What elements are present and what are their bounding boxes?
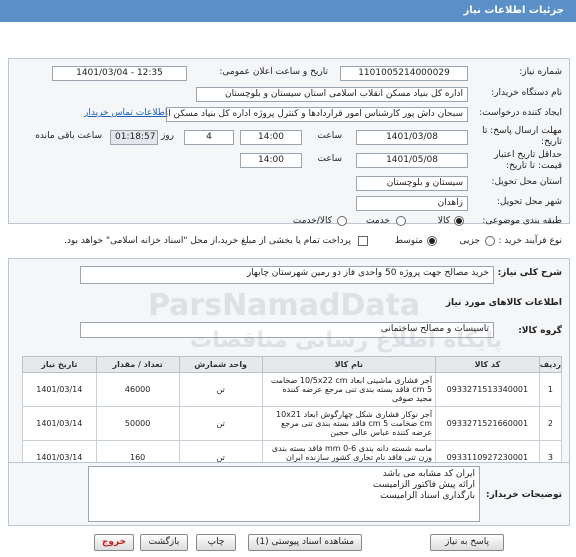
items-table: ردیف کد کالا نام کالا واحد شمارش تعداد /…: [22, 356, 563, 475]
print-button[interactable]: چاپ: [196, 534, 236, 551]
category-radio-service[interactable]: [396, 216, 406, 226]
cell-quantity: 50000: [95, 406, 180, 441]
notes-box: ایران کد مشابه می باشد ارائه پیش فاکتور …: [88, 466, 480, 522]
cell-item-name: آجر نوکار فشاری شکل چهارگوش ابعاد 10x21 …: [261, 406, 437, 441]
category-radio-goods[interactable]: [454, 216, 464, 226]
category-label: طبقه بندی موضوعی:: [482, 216, 562, 226]
reply-button[interactable]: پاسخ به نیاز: [430, 534, 504, 551]
deadline-label-2: تاریخ:: [541, 137, 562, 147]
back-button[interactable]: بازگشت: [140, 534, 188, 551]
cell-need-date: 1401/03/14: [22, 372, 97, 407]
notes-line: ایران کد مشابه می باشد: [382, 469, 475, 479]
validity-label-1: حداقل تاریخ اعتبار: [494, 150, 562, 160]
cell-item-name: آجر فشاری ماشینی ابعاد 10/5x22 cm ضخامت …: [261, 372, 437, 407]
validity-time-field: 14:00: [240, 153, 302, 168]
goods-info-heading: اطلاعات کالاهای مورد نیاز: [445, 298, 562, 308]
exit-button[interactable]: خروج: [94, 534, 134, 551]
title-bar: جزئیات اطلاعات نیاز: [0, 0, 576, 22]
notes-label: توضیحات خریدار:: [486, 490, 562, 500]
cell-unit: تن: [178, 406, 263, 441]
creator-label: ایجاد کننده درخواست:: [479, 108, 562, 118]
process-label: نوع فرآیند خرید :: [498, 236, 562, 246]
cell-unit: تن: [178, 372, 263, 407]
table-row[interactable]: 1 0933271513340001 آجر فشاری ماشینی ابعا…: [22, 372, 563, 407]
process-radio-minor[interactable]: [485, 236, 495, 246]
payment-note: پرداخت تمام یا بخشی از مبلغ خرید،از محل …: [63, 236, 351, 246]
treasury-checkbox[interactable]: [358, 236, 368, 246]
description-field: خرید مصالح جهت پروژه 50 واحدی فاز دو رمی…: [80, 266, 494, 284]
attachments-button[interactable]: مشاهده اسناد پیوستی (1): [248, 534, 362, 551]
validity-label-2: قیمت: تا تاریخ:: [506, 161, 562, 171]
deadline-time-label: ساعت: [317, 131, 343, 141]
days-field: 4: [184, 130, 234, 145]
page-title: جزئیات اطلاعات نیاز: [463, 5, 564, 16]
announce-field: 1401/03/04 - 12:35: [52, 66, 187, 81]
buyer-field: اداره کل بنیاد مسکن انقلاب اسلامی استان …: [196, 87, 468, 102]
cell-row-number: 2: [538, 406, 563, 441]
table-row[interactable]: 2 0933271521660001 آجر نوکار فشاری شکل چ…: [22, 406, 563, 441]
province-label: استان محل تحویل:: [491, 177, 562, 187]
buyer-label: نام دستگاه خریدار:: [491, 88, 562, 98]
category-goods-label: کالا: [437, 216, 450, 226]
city-label: شهر محل تحویل:: [496, 197, 562, 207]
notes-line: بارگذاری اسناد الزامیست: [380, 491, 475, 501]
table-header-row: ردیف کد کالا نام کالا واحد شمارش تعداد /…: [22, 356, 563, 373]
process-medium-label: متوسط: [394, 236, 423, 246]
cell-need-date: 1401/03/14: [22, 406, 97, 441]
need-number-field: 1101005214000029: [340, 66, 468, 81]
cell-row-number: 1: [538, 372, 563, 407]
province-field: سیستان و بلوچستان: [356, 176, 468, 191]
notes-line: ارائه پیش فاکتور الزامیست: [372, 480, 475, 490]
remaining-time-field: 01:18:57: [110, 130, 158, 145]
remaining-label: ساعت باقی مانده: [35, 131, 102, 141]
cell-quantity: 46000: [95, 372, 180, 407]
deadline-date-field: 1401/03/08: [356, 130, 468, 145]
header-unit: واحد شمارش: [178, 356, 263, 373]
cell-item-code: 0933271521660001: [435, 406, 540, 441]
creator-field: سبحان داش پور کارشناس امور قراردادها و ک…: [166, 107, 468, 122]
deadline-time-field: 14:00: [240, 130, 302, 145]
process-radio-medium[interactable]: [427, 236, 437, 246]
deadline-label-1: مهلت ارسال پاسخ: تا: [482, 126, 562, 136]
announce-label: تاریخ و ساعت اعلان عمومی:: [219, 67, 328, 77]
category-service-label: خدمت: [366, 216, 390, 226]
header-quantity: تعداد / مقدار: [95, 356, 180, 373]
header-item-name: نام کالا: [261, 356, 437, 373]
city-field: زاهدان: [356, 196, 468, 211]
need-number-label: شماره نیاز:: [519, 67, 562, 77]
validity-date-field: 1401/05/08: [356, 153, 468, 168]
header-row-number: ردیف: [538, 356, 563, 373]
cell-item-code: 0933271513340001: [435, 372, 540, 407]
category-both-label: کالا/خدمت: [292, 216, 332, 226]
goods-group-field: تاسیسات و مصالح ساختمانی: [80, 322, 494, 338]
process-minor-label: جزیی: [459, 236, 480, 246]
contact-buyer-link[interactable]: اطلاعات تماس خریدار: [84, 108, 167, 118]
header-item-code: کد کالا: [435, 356, 540, 373]
header-need-date: تاریخ نیاز: [22, 356, 97, 373]
validity-time-label: ساعت: [317, 154, 343, 164]
category-radio-both[interactable]: [337, 216, 347, 226]
description-label: شرح کلی نیاز:: [497, 268, 562, 278]
goods-group-label: گروه کالا:: [518, 326, 562, 336]
